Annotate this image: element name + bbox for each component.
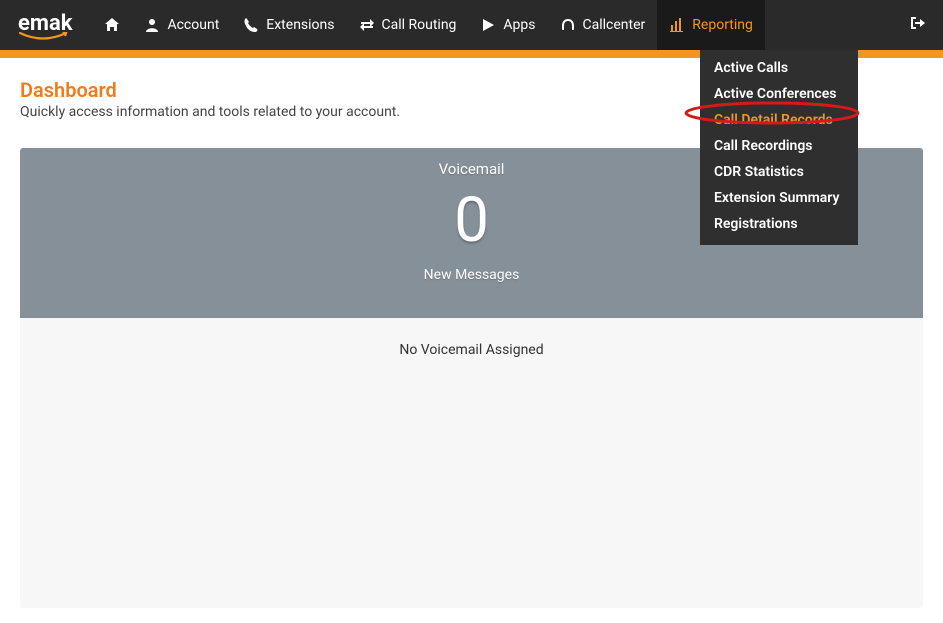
logout-icon xyxy=(910,15,926,35)
play-icon xyxy=(480,17,496,33)
nav-callrouting[interactable]: Call Routing xyxy=(347,0,469,50)
nav-home[interactable] xyxy=(92,0,132,50)
user-icon xyxy=(144,17,160,33)
nav-reporting[interactable]: Reporting xyxy=(657,0,765,50)
nav-callrouting-label: Call Routing xyxy=(382,17,457,33)
phone-icon xyxy=(243,17,259,33)
transfer-icon xyxy=(359,17,375,33)
chart-icon xyxy=(669,17,685,33)
navbar: emak Account Extensions Call Routing xyxy=(0,0,943,50)
nav-account[interactable]: Account xyxy=(132,0,231,50)
dropdown-call-detail-records[interactable]: Call Detail Records xyxy=(700,107,858,133)
dropdown-call-recordings[interactable]: Call Recordings xyxy=(700,133,858,159)
nav-extensions-label: Extensions xyxy=(266,17,334,33)
nav-logout[interactable] xyxy=(893,0,943,50)
dropdown-extension-summary[interactable]: Extension Summary xyxy=(700,185,858,211)
nav-apps[interactable]: Apps xyxy=(468,0,547,50)
home-icon xyxy=(104,17,120,33)
nav-account-label: Account xyxy=(167,17,219,33)
voicemail-body: No Voicemail Assigned xyxy=(20,318,923,382)
nav-callcenter-label: Callcenter xyxy=(583,17,646,33)
nav-apps-label: Apps xyxy=(503,17,535,33)
headset-icon xyxy=(560,17,576,33)
dropdown-active-conferences[interactable]: Active Conferences xyxy=(700,81,858,107)
voicemail-label: New Messages xyxy=(424,267,520,283)
logo[interactable]: emak xyxy=(18,11,72,40)
dropdown-active-calls[interactable]: Active Calls xyxy=(700,50,858,81)
nav-extensions[interactable]: Extensions xyxy=(231,0,346,50)
voicemail-empty-text: No Voicemail Assigned xyxy=(399,342,543,358)
voicemail-title: Voicemail xyxy=(439,160,505,178)
nav-callcenter[interactable]: Callcenter xyxy=(548,0,658,50)
voicemail-count: 0 xyxy=(454,184,489,257)
dropdown-cdr-statistics[interactable]: CDR Statistics xyxy=(700,159,858,185)
nav-reporting-label: Reporting xyxy=(692,17,753,33)
dropdown-registrations[interactable]: Registrations xyxy=(700,211,858,237)
reporting-dropdown: Active Calls Active Conferences Call Det… xyxy=(700,50,858,245)
